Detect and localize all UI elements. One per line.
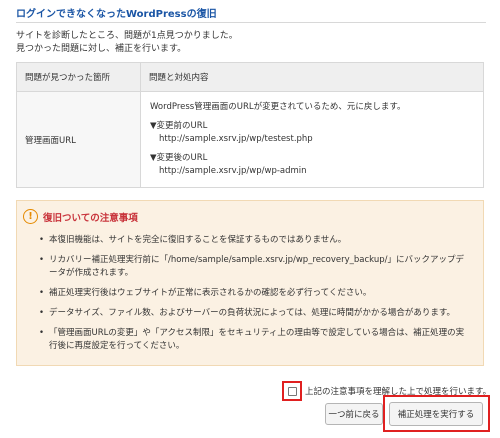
notice-list: 本復旧機能は、サイトを完全に復旧することを保証するものではありません。 リカバリ… [39,234,471,360]
table-row: 管理画面URL WordPress管理画面のURLが変更されているため、元に戻し… [16,91,484,188]
page-title: ログインできなくなったWordPressの復旧 [16,9,217,20]
back-button[interactable]: 一つ前に戻る [325,403,383,425]
list-item: 「管理画面URLの変更」や「アクセス制限」をセキュリティ上の理由等で設定している… [39,327,471,353]
intro-line-2: 見つかった問題に対し、補正を行います。 [16,44,187,54]
after-url-label: ▼変更後のURL [150,153,208,163]
checkbox-highlight [282,381,302,401]
table-header-row: 問題が見つかった箇所 問題と対処内容 [16,62,484,92]
list-item: 補正処理実行後はウェブサイトが正常に表示されるかの確認を必ず行ってください。 [39,287,471,300]
exclamation-circle-icon: ! [23,209,38,224]
intro-line-1: サイトを診断したところ、問題が1点見つかりました。 [16,31,238,41]
agree-checkbox[interactable] [287,386,297,396]
list-item: 本復旧機能は、サイトを完全に復旧することを保証するものではありません。 [39,234,471,247]
header-location: 問題が見つかった箇所 [16,62,141,92]
list-item: リカバリー補正処理実行前に「/home/sample/sample.xsrv.j… [39,254,471,280]
title-divider [16,22,486,23]
issue-details: WordPress管理画面のURLが変更されているため、元に戻します。 ▼変更前… [140,91,484,188]
before-url: http://sample.xsrv.jp/wp/testest.php [159,134,313,144]
notice-title: 復旧ついての注意事項 [43,212,138,224]
notice-header: ! 復旧ついての注意事項 [23,209,138,224]
notice-box: ! 復旧ついての注意事項 本復旧機能は、サイトを完全に復旧することを保証するもの… [16,200,484,366]
issues-table: 問題が見つかった箇所 問題と対処内容 管理画面URL WordPress管理画面… [16,62,484,188]
header-description: 問題と対処内容 [140,62,484,92]
intro-text: サイトを診断したところ、問題が1点見つかりました。 見つかった問題に対し、補正を… [16,30,238,56]
list-item: データサイズ、ファイル数、およびサーバーの負荷状況によっては、処理に時間がかかる… [39,307,471,320]
after-url: http://sample.xsrv.jp/wp/wp-admin [159,166,307,176]
before-url-label: ▼変更前のURL [150,121,208,131]
issue-description: WordPress管理画面のURLが変更されているため、元に戻します。 [150,102,406,112]
issue-location: 管理画面URL [16,91,141,188]
run-recovery-button[interactable]: 補正処理を実行する [389,402,483,426]
